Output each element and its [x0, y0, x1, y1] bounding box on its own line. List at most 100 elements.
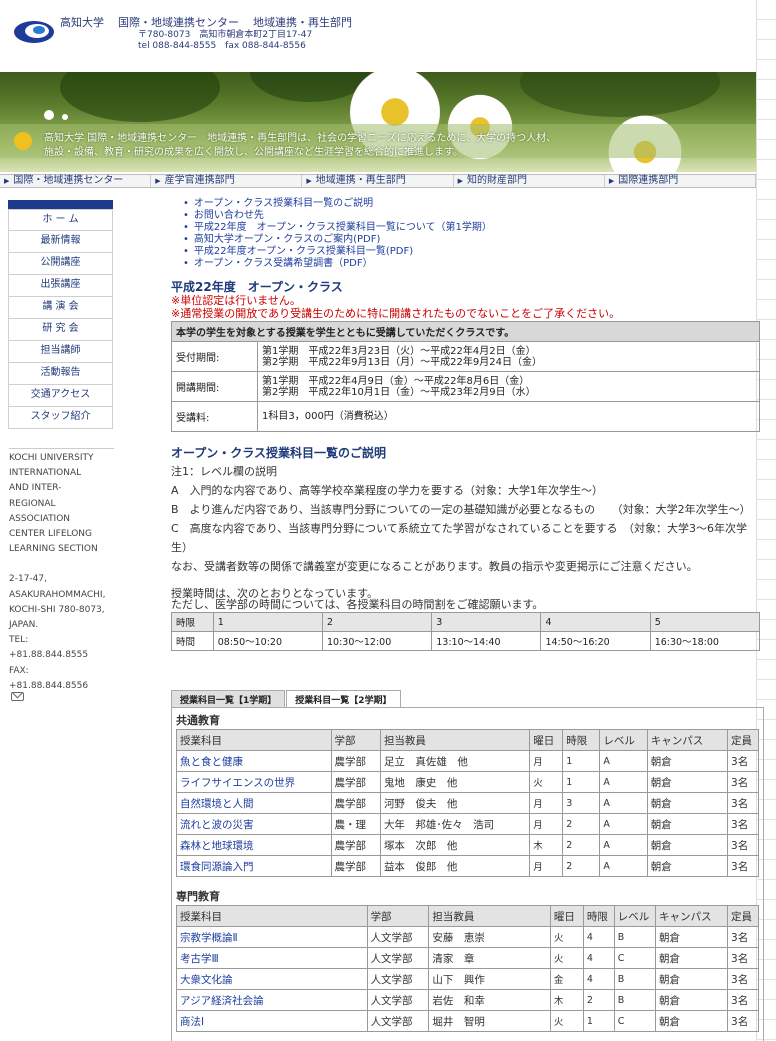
course-cell: 農学部 [330, 834, 381, 856]
course-cell: 人文学部 [366, 989, 430, 1011]
course-cell: 朝倉 [654, 926, 729, 948]
course-cell: 3名 [727, 968, 759, 990]
tab-semester-2[interactable]: 授業科目一覧【2学期】 [286, 690, 401, 708]
course-header-cell: キャンパス [646, 729, 729, 751]
time-cell: 時間 [171, 631, 214, 651]
course-header-cell: 曜日 [529, 729, 564, 751]
sidebar-item-7[interactable]: 活動報告 [8, 363, 113, 385]
dept-nav-item-1[interactable]: 産学官連携部門 [151, 175, 303, 187]
semester-tabs: 授業科目一覧【1学期】 授業科目一覧【2学期】 [171, 690, 402, 708]
sidebar-item-6[interactable]: 担当講師 [8, 341, 113, 363]
course-category-title: 専門教育 [176, 890, 220, 903]
course-cell: 4 [582, 947, 615, 969]
course-name-link[interactable]: 環食同源論入門 [176, 855, 332, 877]
course-name-link[interactable]: 大衆文化論 [176, 968, 368, 990]
course-cell: 塚本 次郎 他 [379, 834, 531, 856]
course-cell: 安藤 恵崇 [428, 926, 551, 948]
course-name-link[interactable]: 考古学Ⅲ [176, 947, 368, 969]
course-cell: 朝倉 [654, 989, 729, 1011]
course-cell: A [599, 750, 648, 772]
header-banner: 高知大学 国際・地域連携センター 地域連携・再生部門は、社会の学習ニーズに応える… [0, 72, 756, 172]
margin-line [757, 80, 776, 100]
dept-nav-item-2[interactable]: 地域連携・再生部門 [302, 175, 454, 187]
dept-nav-item-3[interactable]: 知的財産部門 [454, 175, 605, 187]
course-cell: 朝倉 [646, 792, 729, 814]
course-category-title: 共通教育 [176, 714, 220, 727]
course-name-link[interactable]: 宗教学概論Ⅱ [176, 926, 368, 948]
course-cell: 農学部 [330, 750, 381, 772]
course-cell: 3名 [727, 750, 759, 772]
page-link-4[interactable]: 平成22年度オープン・クラス授業科目一覧(PDF) [193, 246, 760, 258]
course-cell: 3名 [727, 771, 759, 793]
sidebar-item-5[interactable]: 研 究 会 [8, 319, 113, 341]
course-cell: 3名 [727, 792, 759, 814]
course-cell: 1 [562, 750, 601, 772]
course-cell: 1 [582, 1010, 615, 1032]
course-cell: 堀井 智明 [428, 1010, 551, 1032]
period-value: 1科目3，000円（消費税込） [257, 401, 760, 432]
course-cell: 河野 俊夫 他 [379, 792, 531, 814]
margin-line [757, 0, 776, 20]
time-cell: 時限 [171, 612, 214, 632]
course-name-link[interactable]: アジア経済社会論 [176, 989, 368, 1011]
course-name-link[interactable]: 自然環境と人間 [176, 792, 332, 814]
margin-line [757, 40, 776, 60]
period-line: 第2学期 平成22年10月1日（金）～平成23年2月9日（水） [262, 386, 536, 398]
course-cell: 木 [549, 989, 584, 1011]
sidebar-item-0[interactable]: ホ ー ム [8, 209, 113, 231]
course-header-cell: 時限 [562, 729, 601, 751]
page-link-0[interactable]: オープン・クラス授業科目一覧のご説明 [193, 198, 760, 210]
course-name-link[interactable]: 森林と地球環境 [176, 834, 332, 856]
course-cell: 農学部 [330, 771, 381, 793]
course-name-link[interactable]: 魚と食と健康 [176, 750, 332, 772]
tab-semester-1[interactable]: 授業科目一覧【1学期】 [171, 690, 286, 707]
time-cell: 2 [321, 612, 433, 632]
course-name-link[interactable]: 流れと波の災害 [176, 813, 332, 835]
course-cell: A [599, 813, 648, 835]
sidebar-item-8[interactable]: 交通アクセス [8, 385, 113, 407]
sidebar-item-1[interactable]: 最新情報 [8, 231, 113, 253]
page-link-3[interactable]: 高知大学オープン・クラスのご案内(PDF) [193, 234, 760, 246]
course-cell: 農学部 [330, 855, 381, 877]
dept-nav-item-0[interactable]: 国際・地域連携センター [0, 175, 152, 187]
address-block: 〒780-8073 高知市朝倉本町2丁目17-47 tel 088-844-85… [138, 30, 312, 52]
course-cell: 3名 [727, 813, 759, 835]
sun-icon [14, 132, 32, 150]
university-logo-icon[interactable] [12, 16, 58, 46]
table-row: 商法Ⅰ 人文学部 堀井 智明火 1 C 朝倉 3名 [176, 1010, 759, 1032]
time-cell: 3 [431, 612, 542, 632]
course-table-0: 授業科目 学部 担当教員 曜日 時限 レベル キャンパス 定員 魚と食と健康 農学部 足立 真佐雄 … [176, 729, 759, 877]
table-row: アジア経済社会論 人文学部 岩佐 和幸木 2 B 朝倉 3名 [176, 989, 759, 1011]
time-cell: 13:10～14:40 [431, 631, 542, 651]
sidebar-item-3[interactable]: 出張講座 [8, 275, 113, 297]
dept-nav-item-4[interactable]: 国際連携部門 [605, 175, 757, 187]
sidebar-info-line: AND INTER- [9, 483, 62, 494]
sidebar-info-line: ASAKURAHOMMACHI, [9, 589, 106, 600]
table-row: 自然環境と人間 農学部 河野 俊夫 他月 3 A 朝倉 3名 [176, 792, 759, 814]
course-header-cell: 定員 [727, 729, 759, 751]
course-cell: A [599, 834, 648, 856]
course-name-link[interactable]: ライフサイエンスの世界 [176, 771, 332, 793]
sidebar-item-4[interactable]: 講 演 会 [8, 297, 113, 319]
margin-line [757, 180, 776, 200]
course-cell: 3名 [727, 855, 759, 877]
course-name-link[interactable]: 商法Ⅰ [176, 1010, 368, 1032]
course-cell: 金 [549, 968, 584, 990]
period-row: 受付期間: 第1学期 平成22年3月23日（火）～平成22年4月2日（金） 第2学期… [171, 341, 760, 372]
sidebar-info-line [9, 557, 114, 572]
period-key: 受講料: [171, 401, 258, 432]
page-link-1[interactable]: お問い合わせ先 [193, 210, 760, 222]
sidebar-item-9[interactable]: スタッフ紹介 [8, 407, 113, 429]
banner-line-1: 高知大学 国際・地域連携センター 地域連携・再生部門は、社会の学習ニーズに応える… [44, 133, 557, 144]
page-link-5[interactable]: オープン・クラス受講希望調書（PDF） [193, 258, 760, 270]
time-row: 時限 1 2 3 4 5 [171, 612, 761, 632]
course-cell: 火 [549, 926, 584, 948]
phone-fax: tel 088-844-8555 fax 088-844-8556 [138, 41, 306, 51]
sidebar-item-2[interactable]: 公開講座 [8, 253, 113, 275]
page-link-2[interactable]: 平成22年度 オープン・クラス授業科目一覧について（第1学期） [193, 222, 760, 234]
mail-icon[interactable] [11, 692, 24, 701]
course-cell: 朝倉 [646, 813, 729, 835]
explain-para-3: C 高度な内容であり、当該専門分野について系統立てた学習がなされていることを要す… [171, 522, 747, 554]
course-header-cell: キャンパス [654, 905, 729, 927]
period-line: 第2学期 平成22年9月13日（月）～平成22年9月24日（金） [262, 356, 542, 368]
